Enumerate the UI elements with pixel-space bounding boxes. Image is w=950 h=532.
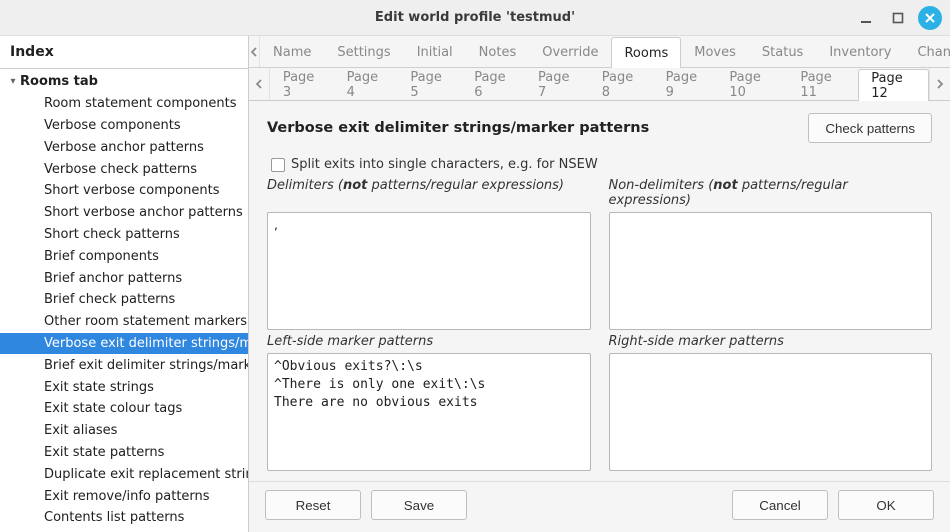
tree-item[interactable]: Brief anchor patterns	[0, 267, 248, 289]
split-exits-row[interactable]: Split exits into single characters, e.g.…	[271, 157, 932, 172]
tab-category-settings[interactable]: Settings	[324, 36, 403, 67]
tree-item[interactable]: Verbose anchor patterns	[0, 136, 248, 158]
tree-item-label: Verbose check patterns	[44, 162, 197, 177]
tree-item[interactable]: Brief components	[0, 245, 248, 267]
tree-item[interactable]: Brief exit delimiter strings/marker patt…	[0, 354, 248, 376]
tree-item-label: Room statement components	[44, 96, 237, 111]
tab-category-status[interactable]: Status	[749, 36, 816, 67]
tabbar-categories: NameSettingsInitialNotesOverrideRoomsMov…	[249, 36, 950, 68]
tree-group-label: Rooms tab	[20, 74, 98, 89]
cancel-button[interactable]: Cancel	[732, 490, 828, 520]
tree-item-label: Exit aliases	[44, 423, 117, 438]
tree-item[interactable]: Contents list patterns	[0, 507, 248, 529]
dialog-footer: Reset Save Cancel OK	[249, 481, 950, 532]
tree-item-label: Brief components	[44, 249, 159, 264]
tree-item-label: Exit state colour tags	[44, 401, 182, 416]
tab-page-page-6[interactable]: Page 6	[461, 68, 525, 100]
tree-item-label: Short verbose components	[44, 183, 219, 198]
tree-item[interactable]: Other room statement markers	[0, 311, 248, 333]
tree-item-label: Exit state strings	[44, 380, 154, 395]
window-maximize-button[interactable]	[886, 6, 910, 30]
tree-item-label: Duplicate exit replacement string	[44, 467, 248, 482]
tree-item[interactable]: Duplicate exit replacement string	[0, 463, 248, 485]
sidebar-tree: ▾Rooms tab Room statement components Verbo…	[0, 69, 248, 532]
save-button[interactable]: Save	[371, 490, 467, 520]
tree-item-label: Verbose exit delimiter strings/marker pa…	[44, 336, 248, 351]
tree-item-label: Verbose components	[44, 118, 181, 133]
window-title: Edit world profile 'testmud'	[375, 10, 575, 25]
tree-item[interactable]: Exit remove/info patterns	[0, 485, 248, 507]
split-exits-label: Split exits into single characters, e.g.…	[291, 157, 598, 172]
tabbar-scroll-left[interactable]	[249, 36, 260, 67]
window-titlebar: Edit world profile 'testmud'	[0, 0, 950, 36]
sidebar: Index ▾Rooms tab Room statement component…	[0, 36, 249, 532]
tree-item-label: Exit remove/info patterns	[44, 489, 210, 504]
tree-item[interactable]: Short check patterns	[0, 224, 248, 246]
check-patterns-button[interactable]: Check patterns	[808, 113, 932, 143]
tree-item-label: Verbose anchor patterns	[44, 140, 204, 155]
window-minimize-button[interactable]	[854, 6, 878, 30]
delimiters-label: Delimiters (not patterns/regular express…	[267, 178, 591, 208]
tab-page-page-3[interactable]: Page 3	[270, 68, 334, 100]
sidebar-title: Index	[0, 36, 248, 68]
tab-page-page-4[interactable]: Page 4	[334, 68, 398, 100]
window-controls	[854, 6, 942, 30]
delimiters-textarea[interactable]: ,	[267, 212, 591, 330]
tree-item[interactable]: Verbose check patterns	[0, 158, 248, 180]
right-marker-textarea[interactable]	[609, 353, 933, 471]
tree-item[interactable]: Short verbose anchor patterns	[0, 202, 248, 224]
section-title: Verbose exit delimiter strings/marker pa…	[267, 120, 649, 136]
chevron-down-icon: ▾	[6, 76, 20, 87]
tree-item[interactable]: Short verbose components	[0, 180, 248, 202]
tree-item-label: Short check patterns	[44, 227, 180, 242]
tab-page-page-11[interactable]: Page 11	[787, 68, 858, 100]
tree-item-label: Brief exit delimiter strings/marker patt…	[44, 358, 248, 373]
tabbar-scroll-right[interactable]	[929, 68, 950, 100]
tab-category-override[interactable]: Override	[529, 36, 611, 67]
tree-item[interactable]: Brief check patterns	[0, 289, 248, 311]
tree-item[interactable]: Exit state colour tags	[0, 398, 248, 420]
tree-item[interactable]: Room statement components	[0, 93, 248, 115]
tree-item-label: Exit state patterns	[44, 445, 164, 460]
tree-item-label: Brief anchor patterns	[44, 271, 182, 286]
tab-category-notes[interactable]: Notes	[466, 36, 530, 67]
tab-page-page-5[interactable]: Page 5	[397, 68, 461, 100]
tree-group-rooms-tab[interactable]: ▾Rooms tab	[0, 71, 248, 93]
tab-page-page-9[interactable]: Page 9	[653, 68, 717, 100]
tree-item[interactable]: Exit aliases	[0, 420, 248, 442]
tree-item-label: Other room statement markers	[44, 314, 247, 329]
ok-button[interactable]: OK	[838, 490, 934, 520]
tab-category-name[interactable]: Name	[260, 36, 324, 67]
tab-page-page-12[interactable]: Page 12	[858, 69, 929, 101]
tree-item-label: Contents list patterns	[44, 510, 184, 525]
reset-button[interactable]: Reset	[265, 490, 361, 520]
tabbar-scroll-left[interactable]	[249, 68, 270, 100]
tree-item[interactable]: Exit state patterns	[0, 442, 248, 464]
window-close-button[interactable]	[918, 6, 942, 30]
tree-item[interactable]: Verbose components	[0, 115, 248, 137]
tab-page-page-8[interactable]: Page 8	[589, 68, 653, 100]
tab-category-rooms[interactable]: Rooms	[611, 37, 681, 68]
tab-category-inventory[interactable]: Inventory	[816, 36, 904, 67]
tab-page-page-7[interactable]: Page 7	[525, 68, 589, 100]
tree-item[interactable]: Verbose exit delimiter strings/marker pa…	[0, 333, 248, 355]
tab-category-channels[interactable]: Channels	[904, 36, 950, 67]
tree-item[interactable]: Exit state strings	[0, 376, 248, 398]
left-marker-label: Left-side marker patterns	[267, 334, 591, 349]
left-marker-textarea[interactable]: ^Obvious exits?\:\s ^There is only one e…	[267, 353, 591, 471]
main-panel: NameSettingsInitialNotesOverrideRoomsMov…	[249, 36, 950, 532]
tab-page-page-10[interactable]: Page 10	[716, 68, 787, 100]
tree-item-label: Brief check patterns	[44, 292, 175, 307]
tree-item-label: Short verbose anchor patterns	[44, 205, 243, 220]
tab-category-initial[interactable]: Initial	[404, 36, 466, 67]
non-delimiters-textarea[interactable]	[609, 212, 933, 330]
non-delimiters-label: Non-delimiters (not patterns/regular exp…	[609, 178, 933, 208]
right-marker-label: Right-side marker patterns	[609, 334, 933, 349]
tab-category-moves[interactable]: Moves	[681, 36, 749, 67]
split-exits-checkbox[interactable]	[271, 158, 285, 172]
tabbar-pages: Page 3Page 4Page 5Page 6Page 7Page 8Page…	[249, 68, 950, 100]
